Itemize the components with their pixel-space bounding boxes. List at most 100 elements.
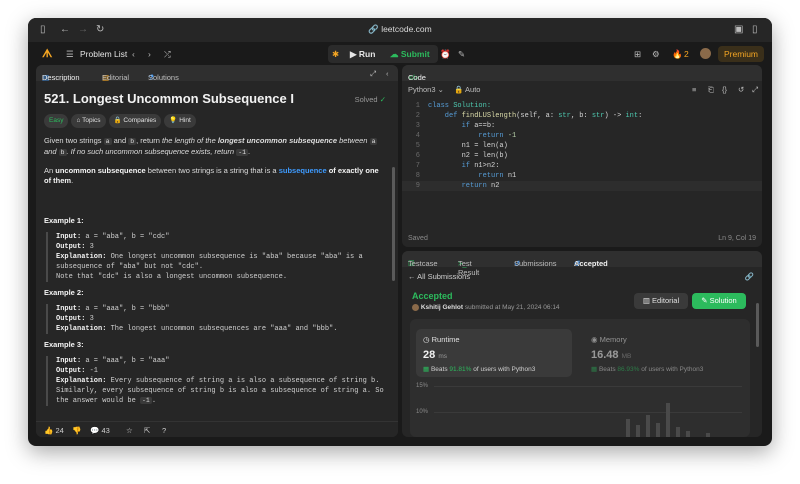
submit-button[interactable]: ☁ Submit (390, 47, 430, 61)
bookmark-icon[interactable]: ⎗ (708, 85, 714, 95)
star-icon[interactable]: ☆ (126, 426, 133, 435)
text: 3 (89, 315, 94, 323)
format-icon[interactable]: ≡ (692, 85, 696, 94)
token: Solution: (453, 102, 492, 110)
code-line: 4 return -1 (402, 131, 762, 141)
description-scrollbar[interactable] (392, 167, 395, 281)
problem-list-link[interactable]: Problem List (80, 47, 127, 61)
link-icon[interactable]: 🔗 (745, 272, 754, 281)
share-icon[interactable]: ▣ (734, 23, 743, 37)
code-line: 1 class Solution: (402, 101, 762, 111)
difficulty-badge[interactable]: Easy (44, 114, 69, 128)
like-button[interactable]: 👍 24 (44, 426, 64, 435)
address-bar[interactable]: 🔗 leetcode.com (28, 24, 772, 35)
subsequence-link[interactable]: subsequence (279, 166, 327, 175)
stats-card: ◷ Runtime 28 ms ▦ Beats 91.81% of users … (410, 319, 750, 437)
code-line: 6 n2 = len(b) (402, 151, 762, 161)
token: findLUSlength (461, 112, 517, 120)
shuffle-icon[interactable]: ⤮ (164, 47, 171, 61)
token: -1 (507, 132, 517, 140)
debug-icon[interactable]: ✱ (332, 47, 339, 61)
maximize-icon[interactable]: ⤢ (370, 69, 376, 79)
problem-title: 521. Longest Uncommon Subsequence I (44, 91, 294, 106)
streak-fire-icon[interactable]: 🔥 (672, 47, 683, 61)
text: Beats (430, 366, 450, 373)
hint-chip[interactable]: 💡 Hint (164, 114, 196, 128)
expand-icon[interactable]: ⤢ (752, 85, 758, 95)
notes-icon[interactable]: ✎ (458, 47, 465, 61)
submit-label: Submit (400, 49, 430, 59)
text: . (151, 397, 157, 405)
memory-beats: ▦ Beats 86.93% of users with Python3 (591, 365, 703, 373)
token: str (591, 112, 605, 120)
text: Explanation: (56, 325, 111, 333)
run-button[interactable]: ▶ Run (350, 47, 375, 61)
memory-icon: ◉ (591, 335, 600, 344)
text: The longest uncommon subsequences are "a… (110, 325, 338, 333)
result-scrollbar[interactable] (756, 303, 759, 347)
inline-code: a (103, 138, 112, 145)
next-problem-icon[interactable]: › (148, 47, 151, 61)
runtime-card[interactable]: ◷ Runtime 28 ms ▦ Beats 91.81% of users … (416, 329, 572, 377)
text: Input: (56, 305, 86, 313)
prev-problem-icon[interactable]: ‹ (132, 47, 135, 61)
topics-chip[interactable]: ⌂ Topics (71, 114, 106, 128)
braces-icon[interactable]: {} (722, 85, 727, 94)
close-icon[interactable]: ✕ (574, 259, 580, 268)
runtime-label: Runtime (431, 335, 460, 344)
avatar (412, 304, 419, 311)
code-toolbar: Python3 ⌄ 🔒 Auto ≡ ⎗ {} ↺ ⤢ (402, 81, 762, 97)
language-select[interactable]: Python3 ⌄ (408, 85, 444, 94)
editorial-button[interactable]: ▥ Editorial (634, 293, 688, 309)
collapse-icon[interactable]: ‹ (386, 69, 389, 78)
memory-value: 16.48 MB (591, 349, 631, 361)
browser-window: ▯ ← → ↻ 🔗 leetcode.com ▣ ▯ ᗑ ☰ Problem L… (28, 18, 772, 446)
text: Output: (56, 367, 90, 375)
leetcode-logo[interactable]: ᗑ (42, 47, 52, 61)
comments-button[interactable]: 💬 43 (90, 426, 110, 435)
external-link-icon[interactable]: ⇱ (144, 426, 150, 435)
like-count: 24 (55, 426, 64, 435)
token: a==b: (474, 122, 496, 130)
back-to-submissions[interactable]: ← All Submissions (408, 272, 470, 281)
token: n2 = len(b) (428, 152, 508, 160)
help-icon[interactable]: ? (162, 426, 166, 435)
text: a = "aaa", b = "aaa" (85, 357, 170, 365)
tabs-icon[interactable]: ▯ (752, 23, 758, 37)
memory-label: Memory (599, 335, 627, 344)
code-editor[interactable]: 1 class Solution: 2 def findLUSlength(sel… (402, 99, 762, 199)
inline-code: a (369, 138, 378, 145)
text: Explanation: (56, 377, 111, 385)
code-line: 9 return n2 (402, 181, 762, 191)
solution-button[interactable]: ✎ Solution (692, 293, 746, 309)
text: between (337, 136, 370, 145)
mode-label: Auto (465, 85, 481, 94)
example-title: Example 3: (44, 340, 84, 349)
example-input: Input: a = "aaa", b = "aaa" (56, 356, 386, 366)
editorial-label: Editorial (652, 296, 680, 305)
token: : (638, 112, 643, 120)
avatar[interactable] (700, 48, 711, 59)
auto-mode[interactable]: 🔒 Auto (454, 85, 480, 94)
reset-icon[interactable]: ↺ (738, 85, 744, 94)
definition-paragraph: An uncommon subsequence between two stri… (44, 166, 386, 186)
layout-icon[interactable]: ⊞ (634, 47, 641, 61)
settings-icon[interactable]: ⚙ (652, 47, 660, 61)
companies-chip[interactable]: 🔒 Companies (108, 114, 162, 128)
text: -1 (89, 367, 99, 375)
token: n2 (491, 182, 500, 190)
code-line: 3 if a==b: (402, 121, 762, 131)
histogram-bar (686, 431, 690, 437)
timer-icon[interactable]: ⏰ (440, 47, 451, 61)
memory-card[interactable]: ◉ Memory 16.48 MB ▦ Beats 86.93% of user… (584, 329, 740, 377)
premium-button[interactable]: Premium (718, 46, 765, 62)
username[interactable]: Kshitij Gehlot (421, 304, 463, 311)
text: and (44, 147, 59, 156)
dislike-icon[interactable]: 👎 (72, 426, 81, 435)
histogram-bar (636, 425, 640, 437)
beats-percent: 91.81% (449, 366, 472, 373)
description-footer: 👍 24 👎 💬 43 ☆ ⇱ ? (36, 421, 398, 437)
code-line: 7 if n1>n2: (402, 161, 762, 171)
text: , return (136, 136, 162, 145)
example-explanation: Explanation: The longest uncommon subseq… (56, 324, 386, 334)
